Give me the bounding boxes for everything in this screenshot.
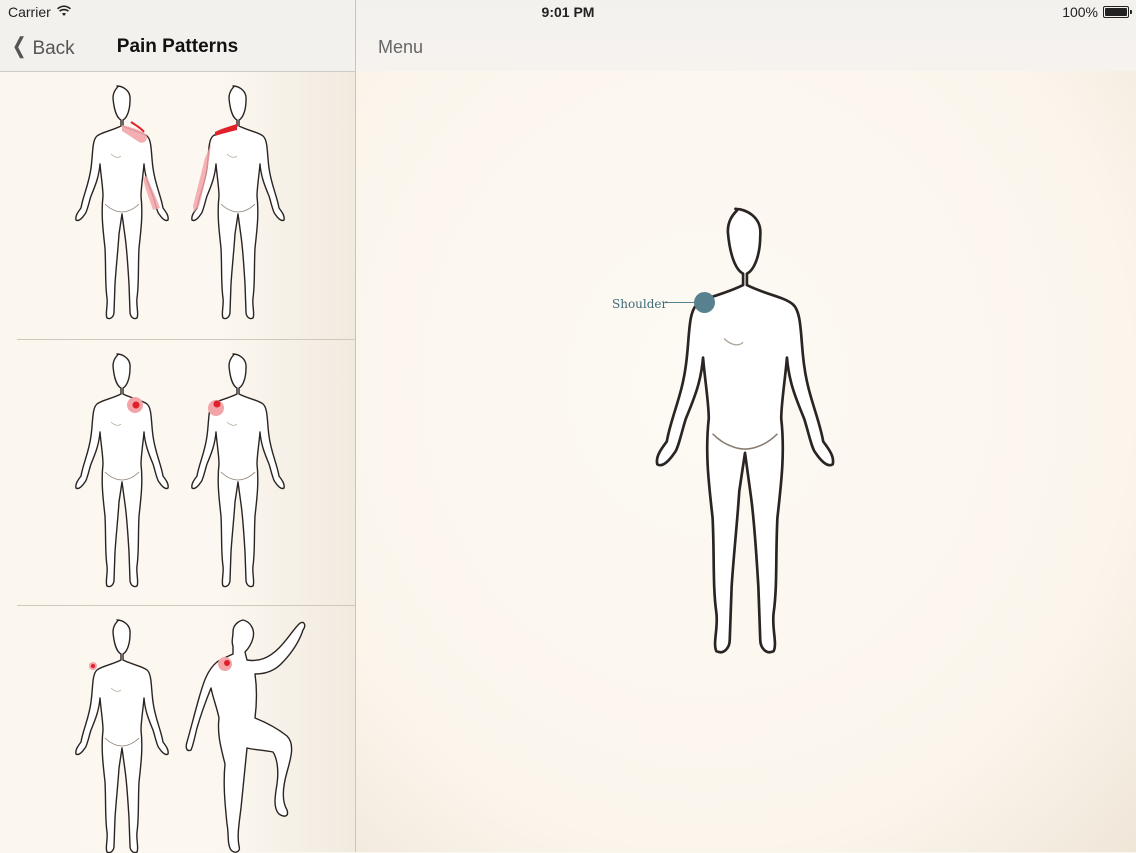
body-front-figure (191, 353, 285, 588)
pattern-3-figures (75, 619, 306, 853)
back-label: Back (32, 38, 75, 59)
pattern-1-figures (75, 85, 285, 320)
chevron-left-icon: ❮ (11, 33, 27, 58)
pain-patterns-panel: ❮ Back Pain Patterns (0, 0, 356, 853)
pattern-2-figures (75, 353, 285, 588)
body-front-figure (191, 85, 285, 320)
pattern-item-2[interactable] (17, 339, 355, 606)
marker-connector (665, 302, 695, 303)
clock: 9:01 PM (541, 4, 595, 20)
body-back-figure (75, 353, 169, 588)
battery-icon (1103, 6, 1132, 18)
pattern-item-1[interactable] (17, 72, 355, 338)
menu-button[interactable]: Menu (378, 37, 423, 58)
shoulder-label[interactable]: Shoulder (612, 297, 667, 311)
status-bar: Carrier 9:01 PM 100% (0, 0, 1136, 24)
body-side-figure (185, 619, 306, 853)
pattern-item-3[interactable] (17, 605, 355, 853)
shoulder-marker[interactable] (694, 292, 715, 313)
body-front-figure (75, 619, 169, 853)
main-body-figure (655, 207, 835, 654)
battery-percent: 100% (1062, 4, 1098, 20)
back-button[interactable]: ❮ Back (10, 33, 75, 60)
